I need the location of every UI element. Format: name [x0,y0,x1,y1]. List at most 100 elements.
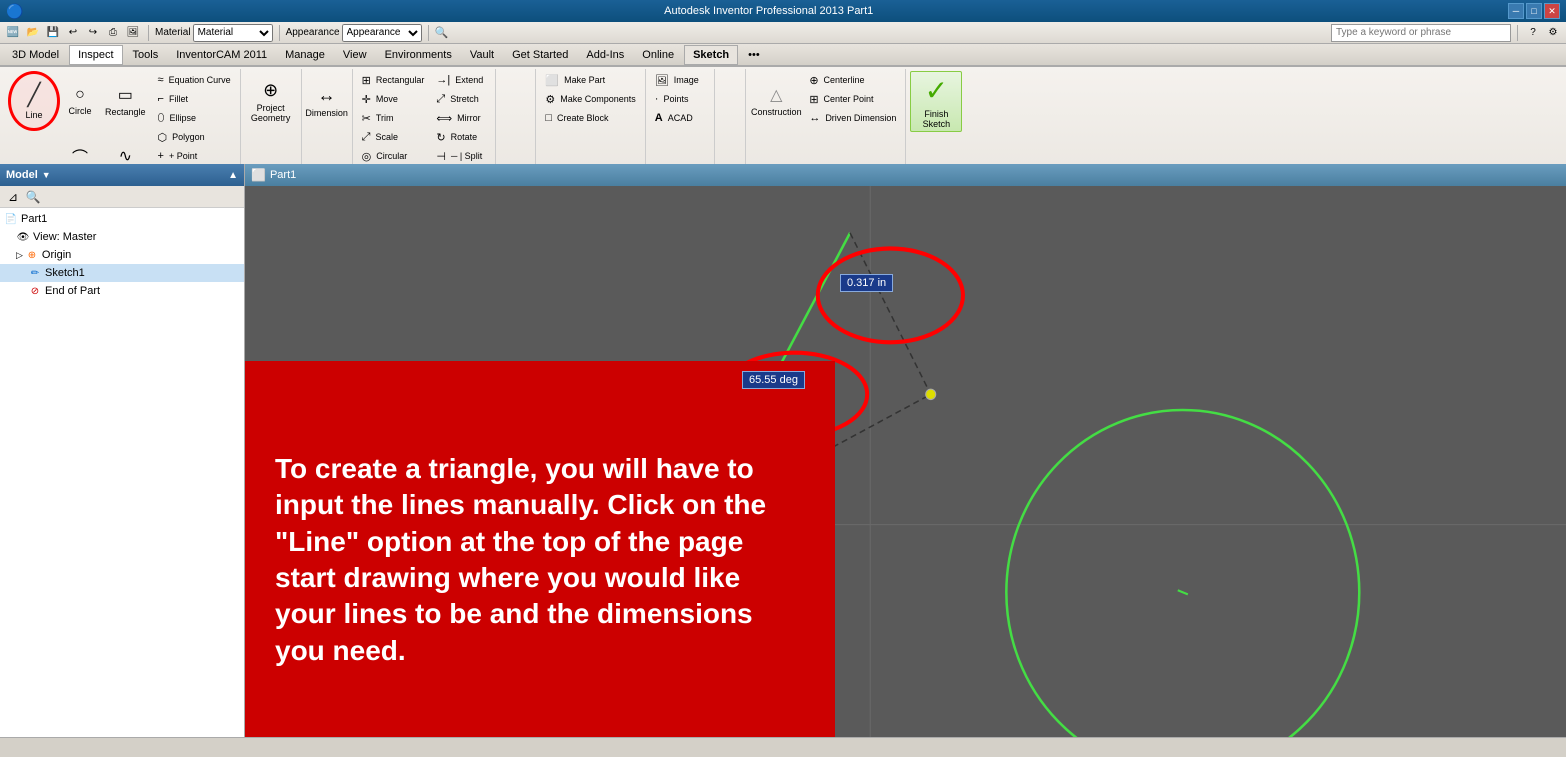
points-button[interactable]: · Points [650,90,710,108]
circle-button[interactable]: ○ Circle [62,71,98,131]
material-select[interactable]: Material [193,24,273,42]
menubar: 3D Model Inspect Tools InventorCAM 2011 … [0,44,1566,66]
settings-button[interactable]: ⚙ [1544,24,1562,42]
menu-tools[interactable]: Tools [125,45,167,65]
rectangle-button[interactable]: ▭ Rectangle [100,71,151,131]
sidebar-search-button[interactable]: 🔍 [24,188,42,206]
ellipse-label: Ellipse [169,113,196,123]
separator3 [428,25,429,41]
sidebar-filter-button[interactable]: ⊿ [4,188,22,206]
close-button[interactable]: ✕ [1544,3,1560,19]
help-button[interactable]: ? [1524,24,1542,42]
tree-item-sketch1[interactable]: ✏ Sketch1 [0,264,244,282]
save-button[interactable]: 💾 [44,24,62,42]
maximize-button[interactable]: □ [1526,3,1542,19]
make-part-icon: ⬜ [545,74,559,87]
sidebar-dropdown-icon[interactable]: ▼ [42,170,51,180]
tree-item-part1-label: Part1 [21,213,47,225]
stretch-button[interactable]: ⤢ Stretch [431,90,491,108]
layout-col: 🖼 Image · Points A ACAD [650,71,710,127]
polygon-button[interactable]: ⬡ Polygon [153,128,236,146]
finish-sketch-button[interactable]: ✓ FinishSketch [910,71,962,132]
equation-curve-label: Equation Curve [169,75,231,85]
undo-button[interactable]: ↩ [64,24,82,42]
menu-environments[interactable]: Environments [377,45,460,65]
menu-inspect[interactable]: Inspect [69,45,122,65]
trim-icon: ✂ [362,112,371,125]
move-button[interactable]: ✛ Move [357,90,430,108]
endofpart-icon: ⊘ [28,284,42,298]
point-label: + Point [169,151,197,161]
rectangular-icon: ⊞ [362,74,371,87]
format-col: △ Construction [750,71,802,131]
line-button[interactable]: ╱ Line [8,71,60,131]
tree-item-view-master[interactable]: 👁 View: Master [0,228,244,246]
center-point-icon: ⊞ [809,93,818,106]
trim-button[interactable]: ✂ Trim [357,109,430,127]
menu-addins[interactable]: Add-Ins [578,45,632,65]
dimension-button[interactable]: ↔ Dimension [306,71,348,131]
rotate-button[interactable]: ↻ Rotate [431,128,491,146]
acad-icon: A [655,112,663,124]
window-controls[interactable]: ─ □ ✕ [1508,3,1560,19]
point-icon: + [158,150,164,162]
sidebar-collapse-button[interactable]: ▲ [228,170,238,181]
make-components-button[interactable]: ⚙ Make Components [540,90,640,108]
menu-manage[interactable]: Manage [277,45,333,65]
project-geometry-button[interactable]: ⊕ ProjectGeometry [245,71,297,131]
make-part-button[interactable]: ⬜ Make Part [540,71,640,89]
open-button[interactable]: 📂 [24,24,42,42]
tree-item-origin[interactable]: ▷ ⊕ Origin [0,246,244,264]
tree-item-endofpart[interactable]: ⊘ End of Part [0,282,244,300]
rotate-label: Rotate [451,132,478,142]
center-point-label: Center Point [824,94,874,104]
split-button[interactable]: ⊣ ─ | Split [431,147,491,165]
rectangular-button[interactable]: ⊞ Rectangular [357,71,430,89]
fillet-button[interactable]: ⌐ Fillet [153,90,236,108]
fillet-icon: ⌐ [158,93,164,105]
sidebar-toolbar: ⊿ 🔍 [0,186,244,208]
acad-button[interactable]: A ACAD [650,109,710,127]
menu-inventorcam[interactable]: InventorCAM 2011 [168,45,275,65]
driven-dimension-button[interactable]: ↔ Driven Dimension [804,109,901,127]
redo-button[interactable]: ↪ [84,24,102,42]
construction-button[interactable]: △ Construction [750,71,802,131]
extend-button[interactable]: →| Extend [431,71,491,89]
tree-item-part1[interactable]: 📄 Part1 [0,210,244,228]
menu-getstarted[interactable]: Get Started [504,45,576,65]
polygon-icon: ⬡ [158,131,168,144]
new-button[interactable]: 🆕 [4,24,22,42]
create-block-button[interactable]: □ Create Block [540,109,640,127]
fillet-label: Fillet [169,94,188,104]
appearance-button[interactable]: 🖼 [124,24,142,42]
tree-expand-origin[interactable]: ▷ [16,250,23,261]
canvas-viewport[interactable]: 0.317 in 65.55 deg To create a triangle,… [245,186,1566,737]
image-icon: 🖼 [655,74,669,87]
circular-button[interactable]: ◎ Circular [357,147,430,165]
image-button[interactable]: 🖼 Image [650,71,710,89]
appearance-select[interactable]: Appearance [342,24,422,42]
scale-button[interactable]: ⤢ Scale [357,128,430,146]
driven-dimension-label: Driven Dimension [825,113,896,123]
dimension-label: Dimension [305,108,348,118]
menu-view[interactable]: View [335,45,375,65]
menu-sketch[interactable]: Sketch [684,45,738,65]
separator4 [1517,25,1518,41]
point-button[interactable]: + + Point [153,147,236,165]
menu-vault[interactable]: Vault [462,45,502,65]
print-button[interactable]: ⎙ [104,24,122,42]
center-point-button[interactable]: ⊞ Center Point [804,90,901,108]
ellipse-button[interactable]: ⬯ Ellipse [153,109,236,127]
mirror-button[interactable]: ⟺ Mirror [431,109,491,127]
minimize-button[interactable]: ─ [1508,3,1524,19]
dimension-angle-box: 65.55 deg [742,371,805,389]
menu-3dmodel[interactable]: 3D Model [4,45,67,65]
origin-icon: ⊕ [25,248,39,262]
centerline-button[interactable]: ⊕ Centerline [804,71,901,89]
search-input[interactable] [1331,24,1511,42]
equation-curve-button[interactable]: ≈ Equation Curve [153,71,236,89]
menu-online[interactable]: Online [634,45,682,65]
menu-more[interactable]: ••• [740,45,768,65]
circular-label: Circular [376,151,407,161]
trim-label: Trim [376,113,394,123]
